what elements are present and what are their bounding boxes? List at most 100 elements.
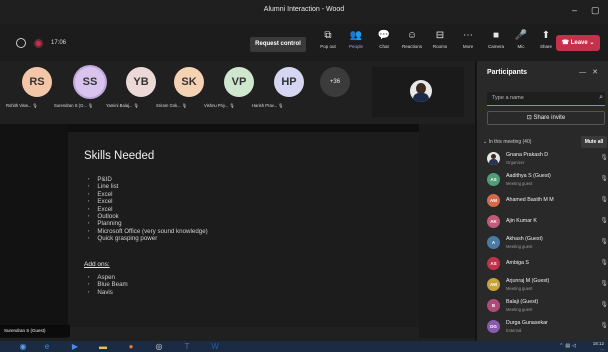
toolbar-people-button[interactable]: 👥 People — [341, 30, 371, 49]
share-invite-button[interactable]: ⊡ Share invite — [487, 111, 605, 125]
more-participants-button[interactable]: +36 — [320, 67, 350, 97]
window-title: Alumni Interaction - Wood — [263, 6, 345, 13]
participant-avatar: AS — [487, 173, 500, 186]
people-icon: 👥 — [349, 30, 363, 41]
toolbar-button-label: Camera — [487, 44, 504, 49]
participant-row[interactable]: A Akhash (Guest) Meeting guest 🎙 — [487, 233, 608, 253]
chrome-icon[interactable]: ◎ — [152, 342, 166, 352]
mic-icon: 🎙 — [600, 218, 608, 224]
participant-name-text: Yamini Balaj... — [106, 103, 133, 108]
participant-avatar: DG — [487, 320, 500, 333]
participant-name: Ajin Kumar K — [506, 218, 537, 224]
mic-icon: 🎙 — [600, 281, 608, 287]
mic-icon: 🎙 — [600, 260, 608, 266]
skill-item: Excel — [88, 206, 208, 213]
shield-icon — [16, 38, 26, 48]
presenter-photo — [410, 80, 432, 102]
participant-avatar: AS — [487, 257, 500, 270]
toolbar-pop-out-button[interactable]: ⧉ Pop out — [313, 30, 343, 49]
leave-button[interactable]: ☎ Leave ⌄ — [556, 35, 600, 51]
taskbar-clock[interactable]: 18:12 ... — [593, 341, 604, 351]
close-panel-icon[interactable]: ✕ — [592, 69, 604, 76]
toolbar-reactions-button[interactable]: ☺ Reactions — [397, 30, 427, 49]
participant-name: Aadithya S (Guest) — [506, 173, 551, 179]
participant-row[interactable]: AK Ajin Kumar K 🎙 — [487, 212, 608, 232]
participant-avatar[interactable]: SS — [75, 67, 105, 97]
toolbar-button-label: Chat — [379, 44, 389, 49]
participant-row[interactable]: AS Aadithya S (Guest) Meeting guest 🎙 — [487, 170, 608, 190]
skill-item: P&ID — [88, 176, 208, 183]
participant-row[interactable]: AM Arjunraj M (Guest) Meeting guest 🎙 — [487, 275, 608, 295]
recording-icon — [34, 38, 43, 48]
skill-item: Line list — [88, 183, 208, 190]
participant-strip: +36 RS Rohith Visw... 🎙 SS Surendran S (G..… — [0, 61, 475, 119]
participant-name: Durga Gunasekar — [506, 320, 548, 326]
participant-avatar[interactable]: VP — [224, 67, 254, 97]
maximize-button[interactable]: ▢ — [591, 5, 600, 16]
participant-role: Meeting guest — [506, 307, 533, 312]
participant-search-input[interactable]: Type a name ⌕ — [487, 92, 605, 106]
participant-name-text: Harish Prav... — [252, 103, 278, 108]
participant-role: Organizer — [506, 160, 525, 165]
request-control-button[interactable]: Request control — [250, 37, 306, 52]
in-meeting-header[interactable]: ⌄ In this meeting (40) — [483, 139, 531, 145]
participant-name: Ambiga S — [506, 260, 529, 266]
participant-name: Balaji (Guest) — [506, 299, 539, 305]
participant-avatar[interactable]: SK — [174, 67, 204, 97]
participant-tile-name: Vishnu Priy... 🎙 — [204, 103, 235, 109]
toolbar-chat-button[interactable]: 💬 Chat — [369, 30, 399, 49]
participant-row[interactable]: DG Durga Gunasekar External 🎙 — [487, 317, 608, 337]
leave-label: Leave — [570, 40, 588, 46]
participant-name-text: Vishnu Priy... — [204, 103, 229, 108]
chevron-down-icon[interactable]: ⌄ — [588, 40, 594, 46]
toolbar-left: 17:06 — [16, 38, 66, 48]
volume-icon[interactable]: ◁ — [572, 343, 578, 349]
participant-name: Arjunraj M (Guest) — [506, 278, 550, 284]
participant-avatar[interactable]: RS — [22, 67, 52, 97]
system-tray: ⌃▤◁ — [559, 343, 578, 349]
toolbar-rooms-button[interactable]: ⊟ Rooms — [425, 30, 455, 49]
minimize-panel-icon[interactable]: — — [579, 69, 592, 76]
chat-icon: 💬 — [377, 30, 391, 41]
media-icon[interactable]: ▶ — [68, 342, 82, 352]
participant-row[interactable]: B Balaji (Guest) Meeting guest 🎙 — [487, 296, 608, 316]
participant-avatar: B — [487, 299, 500, 312]
participant-row[interactable]: AM Ahamed Basith M M 🎙 — [487, 191, 608, 211]
participant-name-text: Rohith Visw... — [6, 103, 32, 108]
participant-row[interactable]: AS Ambiga S 🎙 — [487, 254, 608, 274]
mic-icon: 🎙 — [31, 103, 38, 108]
participants-panel: Participants —✕ Type a name ⌕ ⊡ Share in… — [477, 61, 608, 341]
slide-top-bar — [68, 124, 419, 132]
toolbar-more-button[interactable]: ⋯ More — [453, 30, 483, 49]
word-icon[interactable]: W — [208, 342, 222, 352]
teams-icon[interactable]: T — [180, 342, 194, 352]
participant-tile-name: Rohith Visw... 🎙 — [6, 103, 38, 109]
participant-role: Meeting guest — [506, 286, 533, 291]
mute-all-button[interactable]: Mute all — [581, 136, 607, 148]
participant-row[interactable]: Gnana Prakash D Organizer 🎙 — [487, 149, 608, 169]
participant-avatar[interactable]: YB — [126, 67, 156, 97]
participant-role: Meeting guest — [506, 244, 533, 249]
rooms-icon: ⊟ — [435, 30, 445, 41]
participant-role: External — [506, 328, 522, 333]
minimize-button[interactable]: – — [572, 5, 577, 15]
skill-item: Planning — [88, 220, 208, 227]
skill-item: Microsoft Office (very sound knowledge) — [88, 228, 207, 235]
participant-tile-name: Yamini Balaj... 🎙 — [106, 103, 139, 109]
folder-icon[interactable]: ▬ — [96, 342, 110, 352]
meeting-timer: 17:06 — [51, 40, 67, 46]
pop-out-icon: ⧉ — [324, 30, 332, 41]
participant-avatar[interactable]: HP — [274, 67, 304, 97]
start-icon[interactable]: ◉ — [16, 342, 30, 352]
toolbar-button-label: Share — [539, 44, 552, 49]
search-placeholder: Type a name — [492, 95, 524, 101]
addons-heading: Add ons: — [84, 261, 110, 268]
toolbar-button-label: People — [348, 44, 363, 49]
participant-name: Gnana Prakash D — [506, 152, 549, 158]
participant-avatar: A — [487, 236, 500, 249]
participant-tile-name: Harish Prav... 🎙 — [252, 103, 284, 109]
search-icon: ⌕ — [599, 94, 603, 101]
edge-icon[interactable]: e — [40, 342, 54, 352]
firefox-icon[interactable]: ● — [124, 342, 138, 352]
mic-icon: 🎙 — [600, 302, 608, 308]
